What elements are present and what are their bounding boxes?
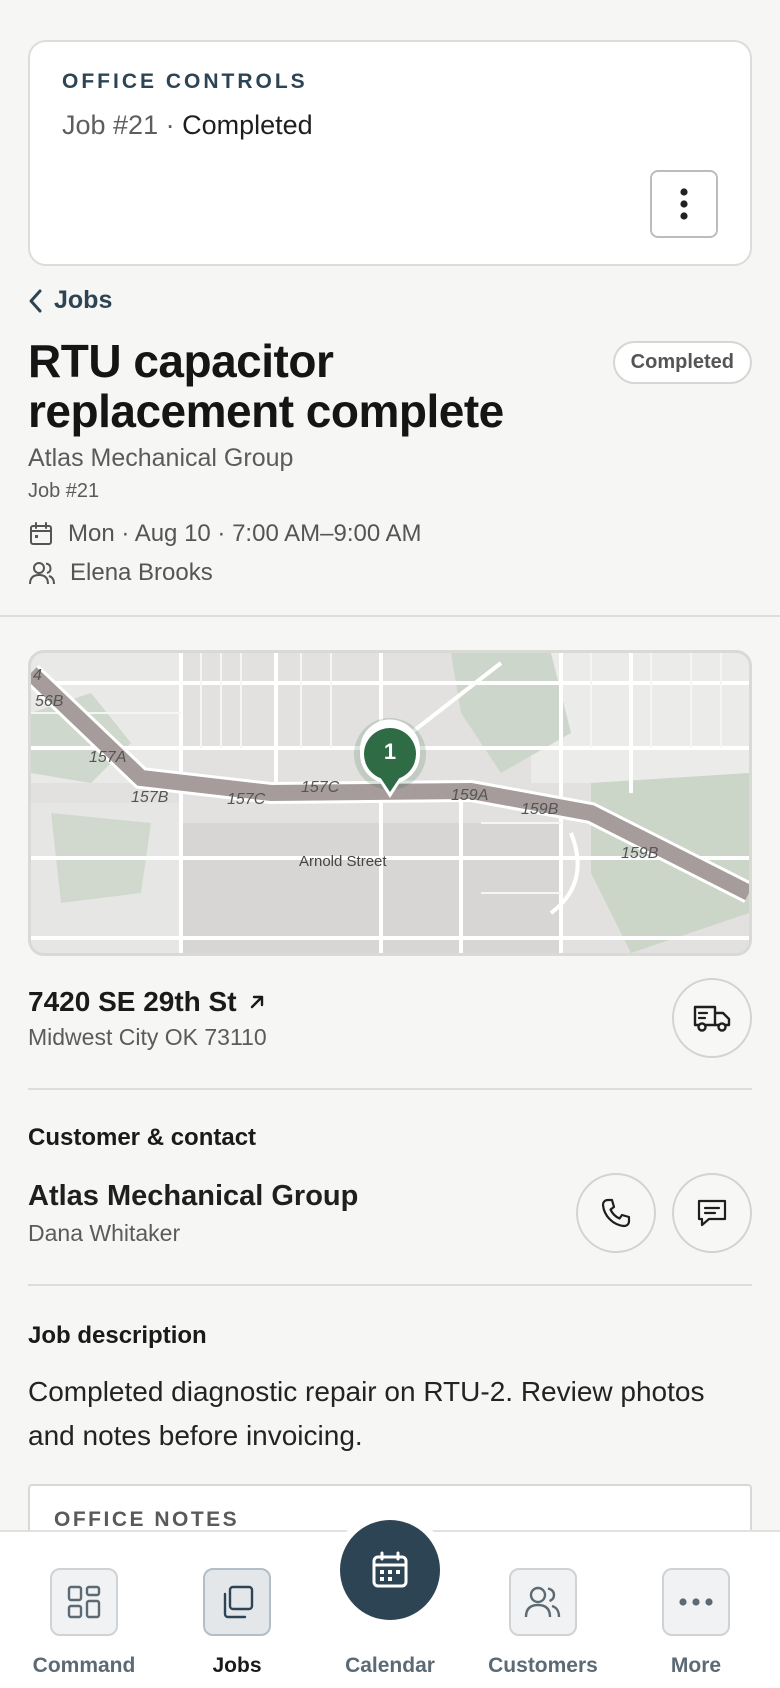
job-description-text: Completed diagnostic repair on RTU-2. Re…	[28, 1376, 705, 1451]
ellipsis-icon	[679, 1598, 713, 1606]
tab-customers-label: Customers	[488, 1654, 598, 1677]
office-separator: ·	[158, 110, 183, 140]
calendar-icon	[30, 522, 52, 545]
tab-jobs-label: Jobs	[212, 1654, 262, 1677]
assignee-name: Elena Brooks	[70, 559, 213, 586]
customers-icon	[524, 1586, 561, 1618]
calendar-icon	[372, 1551, 408, 1588]
tab-more[interactable]: More	[621, 1532, 771, 1688]
external-link-arrow-icon	[250, 995, 263, 1009]
kebab-icon	[680, 188, 688, 220]
customer-contact: Dana Whitaker	[28, 1220, 181, 1246]
address-city: Midwest City OK 73110	[28, 1024, 267, 1050]
office-controls-subline: Job #21 · Completed	[62, 110, 718, 141]
tab-more-icon-box	[662, 1568, 730, 1636]
status-badge: Completed	[612, 341, 752, 384]
jobs-stack-icon	[223, 1585, 254, 1619]
chat-icon	[697, 1199, 727, 1227]
map-label: 4	[33, 667, 42, 684]
job-location-map[interactable]: 4 56B 157A 157B 157C 157C 159A 159B 159B…	[28, 650, 752, 956]
map-label: 159B	[521, 801, 559, 818]
address-street: 7420 SE 29th St	[28, 986, 237, 1017]
back-to-jobs-link[interactable]: Jobs	[28, 286, 112, 315]
map-pin[interactable]: 1	[354, 718, 426, 808]
users-icon	[29, 562, 55, 585]
assignee-row: Elena Brooks	[28, 559, 213, 587]
office-status: Completed	[182, 110, 313, 140]
job-company: Atlas Mechanical Group	[28, 444, 294, 472]
map-label: 157A	[89, 749, 127, 766]
tab-command[interactable]: Command	[9, 1532, 159, 1688]
tab-command-label: Command	[32, 1654, 136, 1677]
chevron-left-icon	[29, 289, 42, 312]
tab-more-label: More	[670, 1654, 722, 1677]
tab-customers-icon-box	[509, 1568, 577, 1636]
customer-name: Atlas Mechanical Group	[28, 1180, 359, 1212]
schedule-row: Mon · Aug 10 · 7:00 AM–9:00 AM	[28, 520, 422, 548]
section-divider	[0, 615, 780, 617]
schedule-text: Mon · Aug 10 · 7:00 AM–9:00 AM	[68, 520, 422, 547]
job-title: RTU capacitor replacement complete	[28, 335, 504, 437]
tab-jobs[interactable]: Jobs	[162, 1532, 312, 1688]
description-section-title: Job description	[28, 1322, 207, 1349]
message-button[interactable]	[672, 1173, 752, 1253]
tab-customers[interactable]: Customers	[468, 1532, 618, 1688]
dispatch-truck-button[interactable]	[672, 978, 752, 1058]
map-label: 159B	[621, 845, 659, 862]
office-controls-card: OFFICE CONTROLS Job #21 · Completed	[28, 40, 752, 266]
map-label: 157C	[227, 791, 266, 808]
office-job-ref: Job #21	[62, 110, 159, 140]
tab-command-icon-box	[50, 1568, 118, 1636]
map-label: 159A	[451, 787, 489, 804]
address-block[interactable]: 7420 SE 29th St Midwest City OK 73110	[28, 986, 267, 1051]
office-notes-heading: OFFICE NOTES	[54, 1508, 240, 1531]
section-divider	[28, 1088, 752, 1090]
office-controls-heading: OFFICE CONTROLS	[62, 70, 308, 93]
dashboard-icon	[67, 1585, 101, 1619]
phone-icon	[601, 1198, 631, 1228]
calendar-fab-button[interactable]	[340, 1520, 440, 1620]
truck-icon	[693, 1005, 731, 1032]
map-label: Arnold Street	[299, 853, 387, 870]
section-divider	[28, 1284, 752, 1286]
job-number: Job #21	[28, 480, 100, 502]
map-label: 56B	[35, 693, 64, 710]
back-link-label: Jobs	[54, 286, 113, 314]
address-street-link[interactable]: 7420 SE 29th St	[28, 986, 267, 1018]
tab-calendar-label: Calendar	[345, 1654, 435, 1677]
tab-jobs-icon-box	[203, 1568, 271, 1636]
map-pin-label: 1	[383, 739, 397, 764]
more-options-button[interactable]	[650, 170, 718, 238]
map-label: 157B	[131, 789, 169, 806]
map-label: 157C	[301, 779, 340, 796]
customer-section-title: Customer & contact	[28, 1124, 257, 1151]
call-button[interactable]	[576, 1173, 656, 1253]
